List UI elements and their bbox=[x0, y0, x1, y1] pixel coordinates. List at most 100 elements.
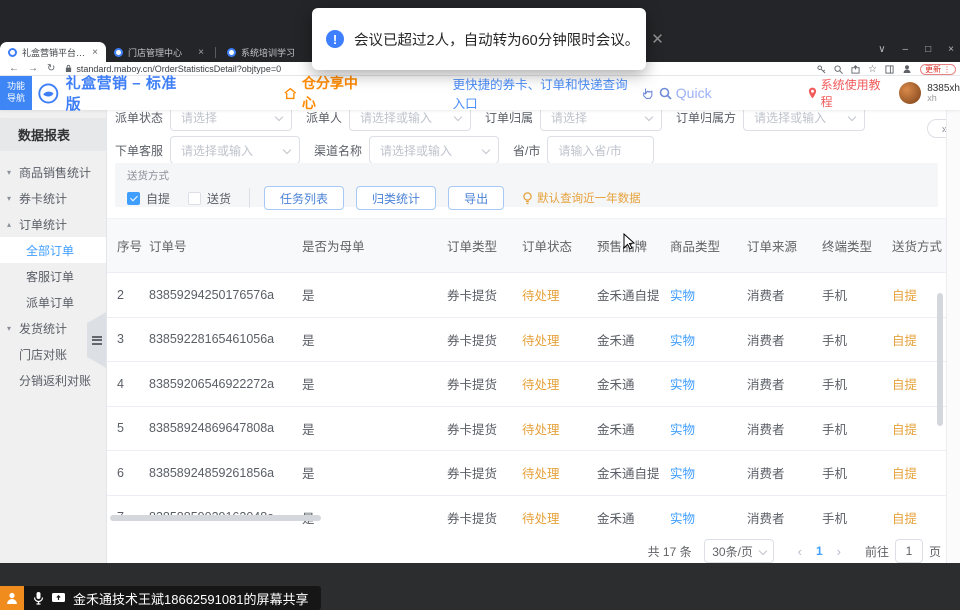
table-row[interactable]: 483859206546922272a是券卡提货待处理金禾通实物消费者手机自提 bbox=[107, 362, 946, 407]
window-close-button[interactable]: × bbox=[948, 44, 954, 55]
chevron-down-icon bbox=[645, 113, 653, 121]
order-owner-party-select[interactable]: 请选择或输入 bbox=[743, 110, 865, 131]
category-stats-button[interactable]: 归类统计 bbox=[356, 186, 436, 210]
chevron-down-icon bbox=[758, 547, 766, 555]
sidebar-item[interactable]: ▴订单统计 bbox=[0, 211, 106, 237]
sidebar-item-label: 发货统计 bbox=[19, 320, 67, 337]
filter-label: 省/市 bbox=[513, 142, 540, 159]
sidebar-item-label: 订单统计 bbox=[19, 216, 67, 233]
sidebar-item-label: 分销返利对账 bbox=[19, 372, 91, 389]
quick-search[interactable]: Quick bbox=[659, 85, 712, 101]
side-panel-icon[interactable] bbox=[885, 65, 894, 74]
table-cell: 手机 bbox=[822, 508, 892, 527]
brand: 礼盒营销 – 标准版 bbox=[38, 72, 179, 114]
tab-title: 系统培训学习 bbox=[241, 46, 317, 59]
table-cell: 实物 bbox=[670, 508, 747, 527]
tab-search-icon[interactable]: ∨ bbox=[878, 44, 885, 55]
browser-tab-2[interactable]: 门店管理中心 × bbox=[106, 42, 212, 62]
filter-row-2: 下单客服 请选择或输入 渠道名称 请选择或输入 省/市 请输入省/市 bbox=[115, 136, 654, 164]
menu-lines-icon bbox=[92, 334, 102, 346]
tab-separator bbox=[215, 47, 216, 58]
delivery-method-label: 送货方式 bbox=[127, 168, 926, 183]
forward-icon[interactable]: → bbox=[28, 63, 38, 74]
column-header: 终端类型 bbox=[822, 236, 892, 255]
table-cell: 83859294250176576a bbox=[149, 288, 302, 302]
tutorial-link[interactable]: 系统使用教程 bbox=[808, 76, 886, 110]
table-cell: 券卡提货 bbox=[447, 330, 522, 349]
table-row[interactable]: 583858924869647808a是券卡提货待处理金禾通实物消费者手机自提 bbox=[107, 407, 946, 452]
nav-toggle-label: 功能 bbox=[7, 81, 25, 93]
table-row[interactable]: 383859228165461056a是券卡提货待处理金禾通实物消费者手机自提 bbox=[107, 318, 946, 363]
table-cell: 是 bbox=[302, 419, 447, 438]
table-cell: 83859206546922272a bbox=[149, 377, 302, 391]
browser-tab-1[interactable]: 礼盒营销平台管理中心 × bbox=[0, 42, 106, 62]
next-page-button[interactable]: › bbox=[837, 544, 841, 559]
profile-icon[interactable] bbox=[902, 64, 912, 74]
table-cell: 3 bbox=[117, 332, 149, 346]
export-button[interactable]: 导出 bbox=[448, 186, 504, 210]
table-cell: 待处理 bbox=[522, 374, 597, 393]
window-scrollbar-track[interactable] bbox=[946, 110, 960, 563]
table-cell: 5 bbox=[117, 421, 149, 435]
user-account[interactable]: 8385xh xh bbox=[899, 82, 960, 104]
maximize-button[interactable]: □ bbox=[925, 44, 931, 55]
quick-entry-link[interactable]: 更快捷的券卡、订单和快递查询入口 bbox=[453, 74, 633, 112]
sidebar-item[interactable]: 分销返利对账 bbox=[0, 367, 106, 393]
nav-toggle-label: 导航 bbox=[7, 93, 25, 105]
table-cell: 83859228165461056a bbox=[149, 332, 302, 346]
query-tip: 默认查询近一年数据 bbox=[522, 190, 641, 206]
vertical-scrollbar-thumb[interactable] bbox=[937, 293, 943, 426]
browser-tab-3[interactable]: 系统培训学习 bbox=[219, 42, 325, 62]
minimize-button[interactable]: – bbox=[903, 44, 909, 55]
sidebar-item[interactable]: ▾商品销售统计 bbox=[0, 159, 106, 185]
screen-share-bar: 金禾通技术王斌18662591081的屏幕共享 bbox=[24, 586, 321, 610]
avatar bbox=[899, 82, 921, 104]
sidebar-item[interactable]: 派单订单 bbox=[0, 289, 106, 315]
delivery-checkbox[interactable] bbox=[188, 192, 201, 205]
toast-close-icon[interactable]: ✕ bbox=[651, 30, 664, 48]
table-cell: 实物 bbox=[670, 285, 747, 304]
filters-expand-button[interactable]: » bbox=[927, 119, 946, 138]
dispatcher-select[interactable]: 请选择或输入 bbox=[349, 110, 471, 131]
current-page[interactable]: 1 bbox=[816, 544, 823, 558]
table-row[interactable]: 283859294250176576a是券卡提货待处理金禾通自提实物消费者手机自… bbox=[107, 273, 946, 318]
sidebar-item[interactable]: ▾券卡统计 bbox=[0, 185, 106, 211]
table-cell: 待处理 bbox=[522, 419, 597, 438]
placeholder: 请选择 bbox=[551, 110, 587, 126]
back-icon[interactable]: ← bbox=[9, 63, 19, 74]
zoom-icon[interactable] bbox=[834, 65, 843, 74]
table-cell: 2 bbox=[117, 288, 149, 302]
share-center-link[interactable]: 仓分享中心 bbox=[284, 73, 364, 113]
goto-page-input[interactable]: 1 bbox=[895, 539, 923, 563]
channel-name-select[interactable]: 请选择或输入 bbox=[369, 136, 499, 164]
tab-close-icon[interactable]: × bbox=[198, 47, 204, 58]
table-cell: 手机 bbox=[822, 285, 892, 304]
chevron-down-icon: ▾ bbox=[7, 168, 11, 177]
dispatch-status-select[interactable]: 请选择 bbox=[170, 110, 292, 131]
tab-favicon bbox=[227, 48, 236, 57]
bookmark-star-icon[interactable]: ☆ bbox=[868, 64, 877, 75]
tab-close-icon[interactable]: × bbox=[92, 47, 98, 58]
self-pickup-checkbox[interactable] bbox=[127, 192, 140, 205]
function-nav-toggle[interactable]: 功能 导航 bbox=[0, 76, 32, 110]
task-list-button[interactable]: 任务列表 bbox=[264, 186, 344, 210]
order-owner-select[interactable]: 请选择 bbox=[540, 110, 662, 131]
table-row[interactable]: 783858859029162048a是券卡提货待处理金禾通实物消费者手机自提 bbox=[107, 496, 946, 533]
share-icon[interactable] bbox=[851, 65, 860, 74]
horizontal-scrollbar-thumb[interactable] bbox=[110, 515, 321, 521]
table-row[interactable]: 683858924859261856a是券卡提货待处理金禾通自提实物消费者手机自… bbox=[107, 451, 946, 496]
province-city-input[interactable]: 请输入省/市 bbox=[547, 136, 654, 164]
sidebar-item[interactable]: 客服订单 bbox=[0, 263, 106, 289]
order-agent-select[interactable]: 请选择或输入 bbox=[170, 136, 300, 164]
pagination: 共 17 条 30条/页 ‹ 1 › 前往 1 页 bbox=[648, 539, 941, 563]
prev-page-button[interactable]: ‹ bbox=[798, 544, 802, 559]
divider bbox=[249, 188, 250, 208]
column-header: 是否为母单 bbox=[302, 236, 447, 255]
share-center-label: 仓分享中心 bbox=[302, 73, 365, 113]
key-icon[interactable] bbox=[817, 65, 826, 74]
page-size-select[interactable]: 30条/页 bbox=[704, 539, 774, 563]
sidebar-item[interactable]: 全部订单 bbox=[0, 237, 106, 263]
browser-update-button[interactable]: 更新 ⋮ bbox=[920, 64, 956, 75]
filter-label: 订单归属 bbox=[485, 110, 533, 126]
table-cell: 是 bbox=[302, 463, 447, 482]
